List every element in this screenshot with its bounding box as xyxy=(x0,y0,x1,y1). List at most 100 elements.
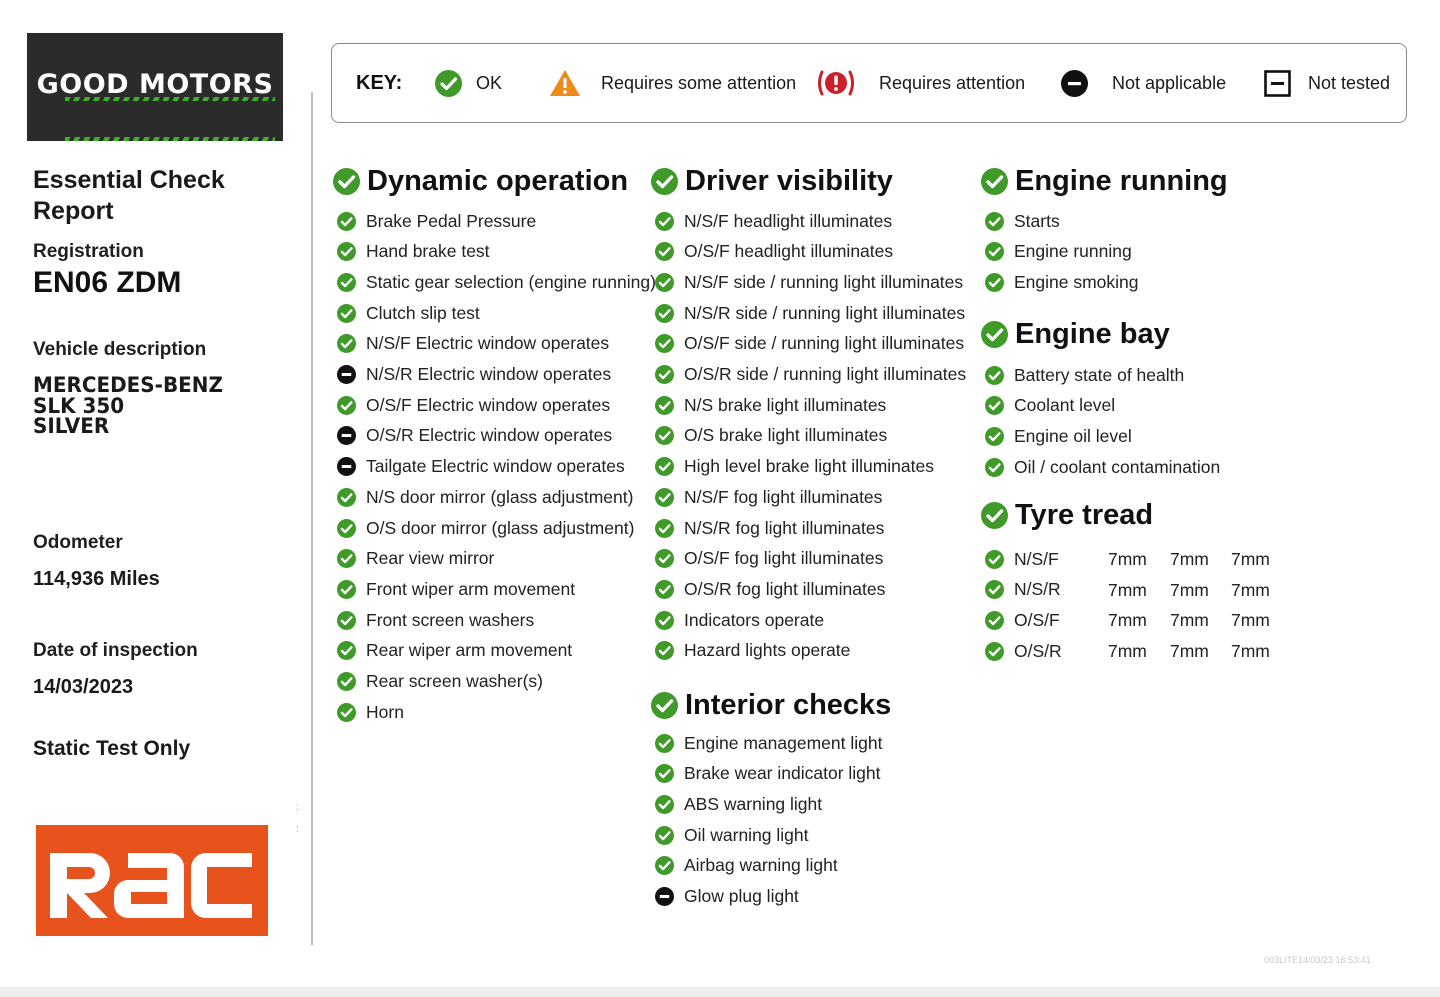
check-item-label: Static gear selection (engine running) xyxy=(366,271,656,292)
tyre-tread-value: 7mm xyxy=(1231,549,1270,569)
check-item-label: Coolant level xyxy=(1014,395,1116,416)
section-heading-interior: Interior checks xyxy=(651,688,891,722)
check-item: Front screen washers xyxy=(337,607,534,633)
check-item-label: O/S/R Electric window operates xyxy=(366,425,613,446)
check-item: O/S door mirror (glass adjustment) xyxy=(337,515,634,541)
check-item: Brake Pedal Pressure xyxy=(337,208,536,234)
tyre-tread-value: 7mm xyxy=(1231,610,1270,631)
check-item: ABS warning light xyxy=(655,791,822,817)
check-item-label: N/S/R Electric window operates xyxy=(366,364,612,384)
ok-check-icon xyxy=(985,211,1004,231)
section-title: Dynamic operation xyxy=(367,164,629,197)
section-heading-engine-running: Engine running xyxy=(981,164,1228,198)
check-item-label: Starts xyxy=(1014,210,1060,231)
section-heading-visibility: Driver visibility xyxy=(651,164,893,198)
check-item-label: O/S/F fog light illuminates xyxy=(684,548,884,569)
check-item: N/S/F Electric window operates xyxy=(337,331,609,357)
date-label: Date of inspection xyxy=(33,640,198,661)
check-item-label: ABS warning light xyxy=(684,793,823,814)
check-item: Oil / coolant contamination xyxy=(985,454,1220,480)
check-item-label: High level brake light illuminates xyxy=(684,456,934,477)
ok-check-icon xyxy=(655,395,674,415)
check-item: O/S/F headlight illuminates xyxy=(655,239,893,265)
tyre-row: N/S/R xyxy=(985,577,1061,603)
vehicle-model: SLK 350 xyxy=(33,394,125,418)
tyre-tread-value: 7mm xyxy=(1170,610,1209,631)
ok-check-icon xyxy=(337,549,356,569)
ok-check-icon xyxy=(655,272,674,292)
ok-check-icon xyxy=(337,242,356,262)
tyre-tread-value: 7mm xyxy=(1170,549,1209,569)
check-item: Coolant level xyxy=(985,393,1115,419)
divider-dots: :: xyxy=(296,802,299,835)
check-item: Rear view mirror xyxy=(337,546,494,572)
check-item: Indicators operate xyxy=(655,607,824,633)
section-title: Engine running xyxy=(1015,164,1228,197)
check-item: Battery state of health xyxy=(985,362,1184,388)
check-item: N/S/R Electric window operates xyxy=(337,362,611,388)
section-title: Interior checks xyxy=(685,688,892,721)
ok-check-icon xyxy=(655,487,674,507)
warning-triangle-icon xyxy=(550,70,580,96)
not-tested-icon xyxy=(1264,69,1291,97)
key-item-some-attention: Requires some attention xyxy=(549,44,796,122)
logo-stripe-bottom xyxy=(65,137,275,141)
check-item-label: Brake Pedal Pressure xyxy=(366,210,537,231)
check-item-label: N/S/R side / running light illuminates xyxy=(684,302,966,323)
check-item: O/S/F side / running light illuminates xyxy=(655,331,964,357)
ok-check-icon xyxy=(981,320,1008,348)
ok-check-icon xyxy=(337,641,356,661)
tyre-tread-value: 7mm xyxy=(1108,549,1147,569)
check-item: Tailgate Electric window operates xyxy=(337,454,625,480)
tyre-tread-value: 7mm xyxy=(1231,641,1270,662)
key-label-attention: Requires attention xyxy=(879,72,1026,93)
tyre-row: O/S/F xyxy=(985,607,1060,633)
ok-check-icon xyxy=(651,167,678,195)
check-item-label: Tailgate Electric window operates xyxy=(366,456,625,477)
report-title: Essential Check Report xyxy=(33,166,225,225)
ok-check-icon xyxy=(655,303,674,323)
section-heading-engine-bay: Engine bay xyxy=(981,317,1170,351)
check-item-label: Brake wear indicator light xyxy=(684,763,881,784)
check-item: O/S/F fog light illuminates xyxy=(655,546,883,572)
ok-check-icon xyxy=(337,395,356,415)
check-item-label: N/S/F side / running light illuminates xyxy=(684,271,964,292)
section-title: Driver visibility xyxy=(685,164,893,197)
check-item-label: Oil warning light xyxy=(684,824,809,845)
ok-check-icon xyxy=(985,365,1004,385)
ok-check-icon xyxy=(337,272,356,292)
check-item-label: Rear screen washer(s) xyxy=(366,671,543,691)
check-item-label: Rear view mirror xyxy=(366,548,495,569)
check-item: O/S/R Electric window operates xyxy=(337,423,612,449)
check-item-label: Hazard lights operate xyxy=(684,640,851,661)
ok-check-icon xyxy=(337,610,356,630)
key-label-some-attention: Requires some attention xyxy=(601,72,797,93)
check-item: Engine management light xyxy=(655,730,882,756)
rac-logo xyxy=(36,825,268,936)
ok-check-icon xyxy=(981,167,1008,195)
tyre-position-label: O/S/F xyxy=(1014,609,1060,630)
check-item: High level brake light illuminates xyxy=(655,454,934,480)
ok-check-icon xyxy=(337,579,356,599)
ok-check-icon xyxy=(985,242,1004,262)
good-motors-logo: GOOD MOTORS xyxy=(27,33,283,141)
vehicle-colour: SILVER xyxy=(33,414,110,438)
check-item: N/S/F fog light illuminates xyxy=(655,484,882,510)
key-label-ok: OK xyxy=(476,72,503,93)
odometer-label: Odometer xyxy=(33,532,123,553)
key-item-not-tested: Not tested xyxy=(1264,44,1390,122)
ok-check-icon xyxy=(655,549,674,569)
check-item-label: O/S/R side / running light illuminates xyxy=(684,364,967,384)
ok-check-icon xyxy=(655,610,674,630)
check-item: Engine oil level xyxy=(985,423,1132,449)
check-item: N/S brake light illuminates xyxy=(655,392,886,418)
alert-icon xyxy=(818,70,854,96)
ok-check-icon xyxy=(655,334,674,354)
tyre-position-label: O/S/R xyxy=(1014,640,1062,661)
check-item-label: N/S door mirror (glass adjustment) xyxy=(366,486,634,507)
test-type: Static Test Only xyxy=(33,737,191,760)
check-item-label: Glow plug light xyxy=(684,886,799,906)
check-item: O/S/R fog light illuminates xyxy=(655,576,885,602)
ok-check-icon xyxy=(981,501,1008,529)
check-item-label: Oil / coolant contamination xyxy=(1014,456,1221,477)
